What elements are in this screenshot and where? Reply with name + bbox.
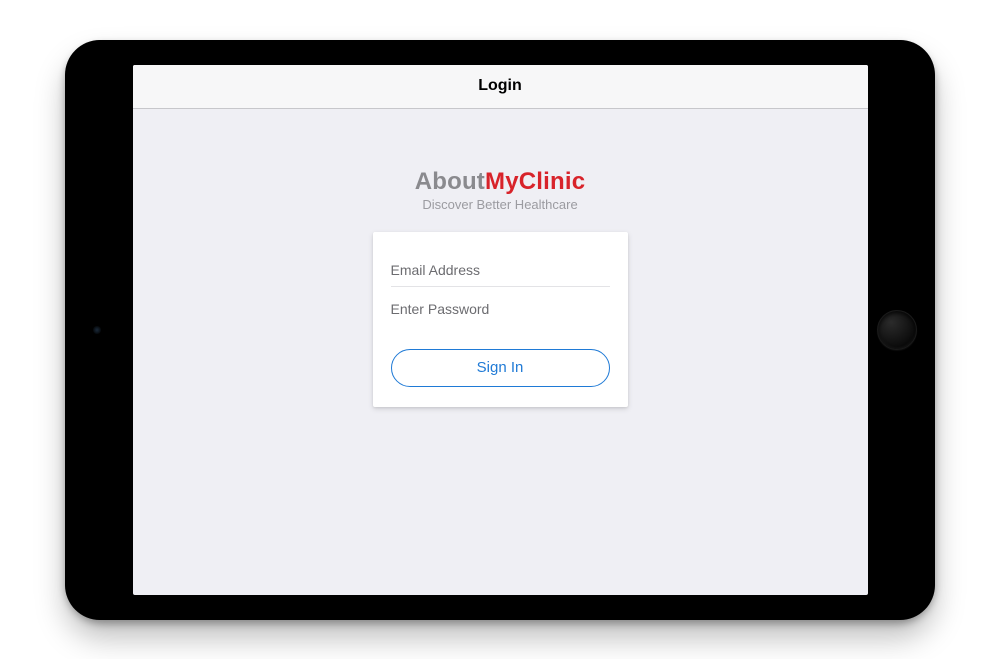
- screen: Login AboutMyClinic Discover Better Heal…: [133, 65, 868, 595]
- tablet-frame: Login AboutMyClinic Discover Better Heal…: [65, 40, 935, 620]
- brand-tagline: Discover Better Healthcare: [422, 197, 577, 212]
- brand-logo-part1: About: [415, 168, 485, 195]
- signin-button[interactable]: Sign In: [391, 349, 610, 387]
- brand-logo-part2: MyClinic: [485, 168, 585, 195]
- login-card: Sign In: [373, 232, 628, 407]
- login-content: AboutMyClinic Discover Better Healthcare…: [133, 109, 868, 595]
- password-field[interactable]: [391, 293, 610, 325]
- camera-icon: [93, 326, 101, 334]
- email-field[interactable]: [391, 254, 610, 287]
- nav-bar: Login: [133, 65, 868, 109]
- brand-logo: AboutMyClinic: [415, 169, 586, 195]
- page-title: Login: [478, 77, 522, 95]
- home-button[interactable]: [877, 310, 917, 350]
- tablet-bezel: Login AboutMyClinic Discover Better Heal…: [65, 40, 935, 620]
